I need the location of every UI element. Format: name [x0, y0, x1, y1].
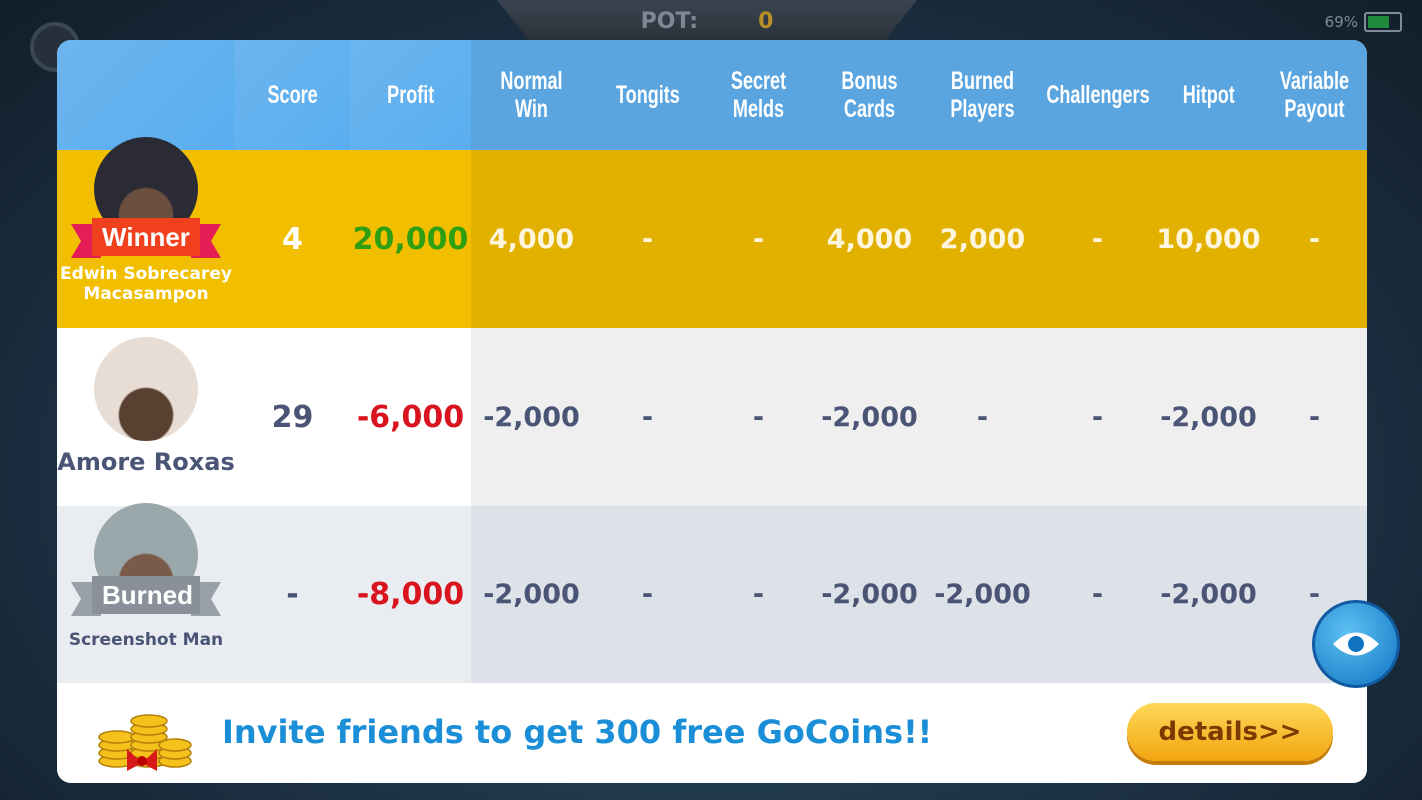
- battery-percent: 69%: [1324, 13, 1358, 31]
- normal-win-cell: 4,000: [488, 223, 575, 255]
- burned-players-cell: -2,000: [934, 579, 1031, 610]
- avatar[interactable]: [94, 337, 198, 442]
- header-burned-players: Burned Players: [950, 66, 1015, 123]
- header-normal-win: Normal Win: [500, 66, 563, 123]
- burned-players-cell: -: [976, 401, 989, 433]
- tongits-cell: -: [641, 401, 654, 433]
- battery-icon: [1364, 12, 1402, 32]
- hitpot-cell: -2,000: [1160, 579, 1257, 610]
- header-blank: [57, 40, 235, 150]
- player-name: Edwin Sobrecarey Macasampon: [60, 264, 232, 304]
- variable-payout-cell: -: [1308, 223, 1321, 255]
- player-name: Amore Roxas: [57, 448, 235, 477]
- score-cell: -: [235, 506, 350, 683]
- variable-payout-cell: -: [1308, 401, 1321, 433]
- invite-banner: Invite friends to get 300 free GoCoins!!…: [57, 683, 1367, 783]
- invite-text: Invite friends to get 300 free GoCoins!!: [222, 713, 933, 751]
- score-cell: 29: [235, 328, 350, 506]
- challengers-cell: -: [1091, 401, 1104, 433]
- secret-melds-cell: -: [752, 579, 765, 610]
- table-row: Amore Roxas 29 -6,000 -2,000 - - -2,000 - - -2,…: [57, 328, 1367, 506]
- header-tongits: Tongits: [615, 79, 680, 109]
- table-header: Score Profit Normal Win Tongits Secret M…: [57, 40, 1367, 150]
- view-table-button[interactable]: [1312, 600, 1400, 688]
- header-secret-melds: Secret Melds: [730, 66, 787, 123]
- profit-cell: -8,000: [350, 506, 471, 683]
- player-cell: Burned Screenshot Man: [57, 502, 235, 683]
- burned-badge: Burned: [71, 576, 221, 616]
- winner-badge: Winner: [71, 218, 221, 258]
- table-row: Burned Screenshot Man - -8,000 -2,000 - - -2…: [57, 502, 1367, 683]
- normal-win-cell: -2,000: [483, 401, 580, 433]
- burned-players-cell: 2,000: [939, 223, 1026, 255]
- normal-win-cell: -2,000: [483, 579, 580, 610]
- tongits-cell: -: [641, 223, 654, 255]
- details-button[interactable]: details>>: [1127, 703, 1333, 761]
- player-cell: Winner Edwin Sobrecarey Macasampon: [57, 137, 235, 328]
- profit-cell: 20,000: [350, 150, 471, 328]
- header-variable-payout: Variable Payout: [1279, 66, 1350, 123]
- player-name: Screenshot Man: [68, 629, 224, 650]
- header-bonus-cards: Bonus Cards: [841, 66, 898, 123]
- score-cell: 4: [235, 150, 350, 328]
- gold-coins-gift-icon: [98, 714, 192, 771]
- tongits-cell: -: [641, 579, 654, 610]
- profit-cell: -6,000: [350, 328, 471, 506]
- hitpot-cell: 10,000: [1156, 223, 1261, 255]
- bonus-cards-cell: -2,000: [821, 579, 918, 610]
- header-profit: Profit: [350, 40, 471, 150]
- bonus-cards-cell: -2,000: [821, 401, 918, 433]
- pot-label: POT:: [640, 8, 699, 34]
- hitpot-cell: -2,000: [1160, 401, 1257, 433]
- eye-icon: [1333, 632, 1379, 656]
- secret-melds-cell: -: [752, 401, 765, 433]
- bonus-cards-cell: 4,000: [826, 223, 913, 255]
- challengers-cell: -: [1091, 223, 1104, 255]
- table-row: Winner Edwin Sobrecarey Macasampon 4 20,…: [57, 137, 1367, 328]
- results-panel: Score Profit Normal Win Tongits Secret M…: [57, 40, 1367, 783]
- battery-indicator: 69%: [1325, 12, 1402, 32]
- challengers-cell: -: [1091, 579, 1104, 610]
- secret-melds-cell: -: [752, 223, 765, 255]
- header-challengers: Challengers: [1045, 79, 1150, 109]
- pot-display: POT: 0: [497, 0, 917, 42]
- header-hitpot: Hitpot: [1182, 79, 1235, 109]
- header-score: Score: [235, 40, 350, 150]
- pot-value: 0: [758, 8, 774, 34]
- player-cell: Amore Roxas: [57, 328, 235, 506]
